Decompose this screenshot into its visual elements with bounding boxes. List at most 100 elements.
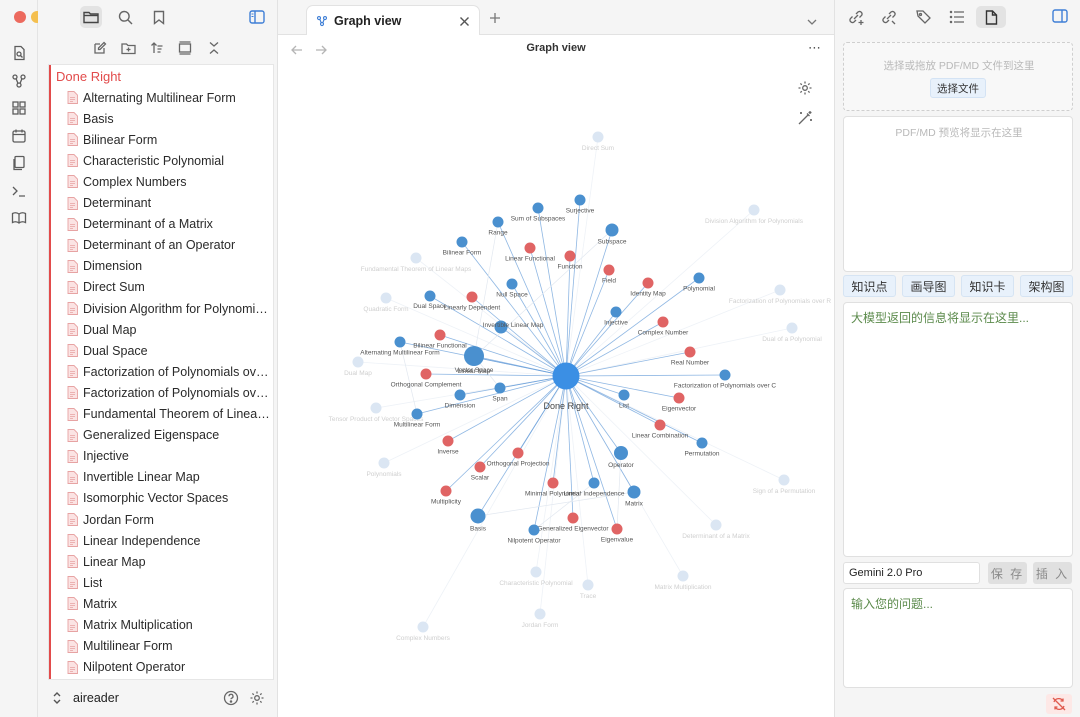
file-item[interactable]: List: [67, 572, 270, 593]
file-item[interactable]: Complex Numbers: [67, 171, 270, 192]
graph-node[interactable]: [440, 485, 452, 497]
file-item[interactable]: Determinant: [67, 193, 270, 214]
faded-node[interactable]: [582, 579, 594, 591]
graph-node[interactable]: [684, 346, 696, 358]
close-tab-icon[interactable]: [459, 14, 470, 32]
graph-node[interactable]: [506, 278, 518, 290]
help-icon[interactable]: [223, 690, 239, 711]
tags-icon[interactable]: [915, 8, 933, 31]
file-item[interactable]: Characteristic Polynomial: [67, 150, 270, 171]
file-item[interactable]: Matrix Multiplication: [67, 615, 270, 636]
search-icon[interactable]: [114, 6, 136, 28]
graph-node[interactable]: [603, 264, 615, 276]
graph-node[interactable]: [411, 408, 423, 420]
choose-file-button[interactable]: 选择文件: [930, 78, 986, 98]
graph-node[interactable]: [574, 194, 586, 206]
close-window-button[interactable]: [14, 11, 26, 23]
faded-node[interactable]: [370, 402, 382, 414]
file-item[interactable]: Fundamental Theorem of Linear Algebra: [67, 404, 270, 425]
file-item[interactable]: Invertible Linear Map: [67, 467, 270, 488]
faded-node[interactable]: [774, 284, 786, 296]
file-item[interactable]: Injective: [67, 446, 270, 467]
graph-node[interactable]: [618, 389, 630, 401]
faded-node[interactable]: [417, 621, 429, 633]
file-item[interactable]: Factorization of Polynomials over R: [67, 382, 270, 403]
graph-node[interactable]: [567, 512, 579, 524]
graph-node[interactable]: [454, 389, 466, 401]
graph-node[interactable]: [657, 316, 669, 328]
new-note-icon[interactable]: [89, 37, 111, 59]
new-tab-icon[interactable]: [489, 11, 501, 29]
root-folder-label[interactable]: Done Right: [56, 69, 121, 84]
faded-node[interactable]: [677, 570, 689, 582]
graph-node[interactable]: [456, 236, 468, 248]
model-select[interactable]: Gemini 2.0 Pro: [843, 562, 980, 584]
file-item[interactable]: Division Algorithm for Polynomials: [67, 298, 270, 319]
graph-node[interactable]: [532, 202, 544, 214]
graph-node[interactable]: [465, 348, 483, 366]
file-item[interactable]: Dual Map: [67, 319, 270, 340]
link-plus-icon[interactable]: [847, 8, 865, 31]
mode-button-architecture[interactable]: 架构图: [1020, 275, 1073, 297]
command-palette-icon[interactable]: [9, 181, 29, 201]
mode-button-knowledge-points[interactable]: 知识点: [843, 275, 896, 297]
collapse-all-icon[interactable]: [203, 37, 225, 59]
graph-node[interactable]: [719, 369, 731, 381]
sync-off-icon[interactable]: [1046, 694, 1072, 714]
file-item[interactable]: Basis: [67, 108, 270, 129]
animate-graph-icon[interactable]: [797, 110, 813, 131]
file-item[interactable]: Linear Map: [67, 551, 270, 572]
graph-node[interactable]: [611, 523, 623, 535]
save-button[interactable]: 保 存: [988, 562, 1027, 584]
mode-button-flashcard[interactable]: 知识卡: [961, 275, 1014, 297]
chevron-updown-icon[interactable]: [52, 691, 62, 710]
file-item[interactable]: Multilinear Form: [67, 636, 270, 657]
chevron-down-icon[interactable]: [807, 13, 817, 31]
bookmark-icon[interactable]: [148, 6, 170, 28]
file-item[interactable]: Factorization of Polynomials over C: [67, 361, 270, 382]
faded-node[interactable]: [710, 519, 722, 531]
mode-button-mindmap[interactable]: 画导图: [902, 275, 955, 297]
insert-button[interactable]: 插 入: [1033, 562, 1072, 584]
vault-name[interactable]: aireader: [73, 691, 119, 705]
graph-node[interactable]: [434, 329, 446, 341]
graph-node[interactable]: [610, 306, 622, 318]
faded-node[interactable]: [380, 292, 392, 304]
graph-node[interactable]: [470, 508, 486, 524]
graph-node[interactable]: [492, 216, 504, 228]
file-item[interactable]: Determinant of a Matrix: [67, 214, 270, 235]
file-item[interactable]: Nilpotent Operator: [67, 657, 270, 678]
graph-node[interactable]: [627, 485, 641, 499]
file-item[interactable]: Dimension: [67, 256, 270, 277]
file-item[interactable]: Matrix: [67, 593, 270, 614]
graph-node[interactable]: [474, 461, 486, 473]
faded-node[interactable]: [352, 356, 364, 368]
graph-node[interactable]: [394, 336, 406, 348]
graph-icon[interactable]: [9, 71, 29, 91]
graph-node[interactable]: [696, 437, 708, 449]
templates-icon[interactable]: [9, 153, 29, 173]
file-item[interactable]: Determinant of an Operator: [67, 235, 270, 256]
file-item[interactable]: Direct Sum: [67, 277, 270, 298]
graph-node[interactable]: [673, 392, 685, 404]
file-item[interactable]: Dual Space: [67, 340, 270, 361]
graph-node[interactable]: [564, 250, 576, 262]
file-item[interactable]: Isomorphic Vector Spaces: [67, 488, 270, 509]
graph-settings-icon[interactable]: [797, 80, 813, 101]
graph-node[interactable]: [588, 477, 600, 489]
daily-note-icon[interactable]: [9, 126, 29, 146]
graph-node[interactable]: [528, 524, 540, 536]
graph-canvas[interactable]: Direct Sum Division Algorithm for Polynom…: [278, 62, 834, 717]
faded-node[interactable]: [592, 131, 604, 143]
graph-node[interactable]: [693, 272, 705, 284]
graph-node[interactable]: [547, 477, 559, 489]
graph-node[interactable]: [512, 447, 524, 459]
graph-node[interactable]: [466, 291, 478, 303]
center-graph-node[interactable]: [552, 362, 580, 390]
faded-node[interactable]: [378, 457, 390, 469]
file-drop-zone[interactable]: 选择或拖放 PDF/MD 文件到这里 选择文件: [843, 42, 1073, 111]
link-icon[interactable]: [880, 8, 898, 31]
faded-node[interactable]: [786, 322, 798, 334]
sidebar-toggle-icon[interactable]: [246, 6, 268, 28]
faded-node[interactable]: [778, 474, 790, 486]
